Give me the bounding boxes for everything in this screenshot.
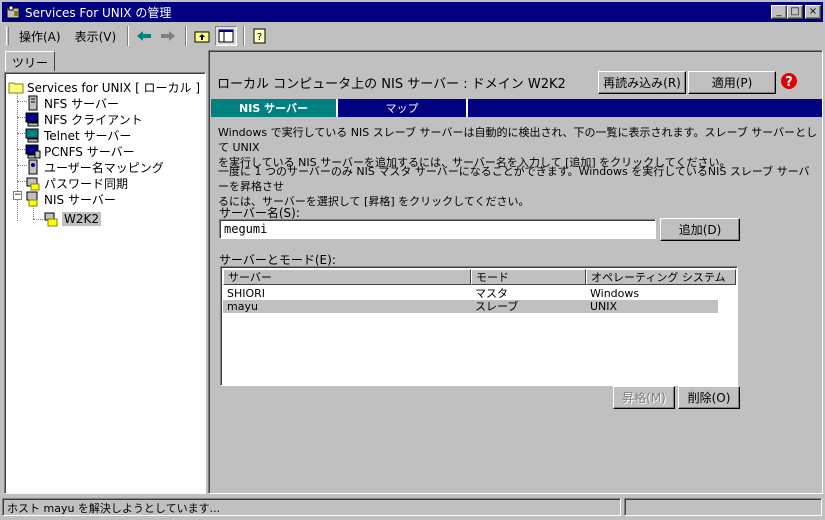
tree-item-label: ユーザー名マッピング — [44, 160, 164, 175]
table-row[interactable]: mayu スレーブ UNIX — [223, 300, 718, 313]
status-bar: ホスト mayu を解決しようとしています... — [2, 497, 823, 517]
up-level-button[interactable] — [191, 26, 213, 46]
cell-mode: スレーブ — [475, 300, 519, 313]
nis-domain-icon — [44, 212, 58, 227]
apply-button[interactable]: 適用(P) — [688, 71, 776, 94]
toolbar-separator — [243, 26, 246, 46]
add-button[interactable]: 追加(D) — [660, 218, 740, 241]
help-icon[interactable]: ? — [780, 72, 798, 90]
help-document-icon: ? — [253, 28, 266, 44]
description-line: Windows で実行している NIS スレーブ サーバーは自動的に検出され、下… — [218, 126, 818, 154]
reload-button[interactable]: 再読み込み(R) — [598, 71, 686, 94]
nis-server-icon — [26, 191, 38, 207]
back-button[interactable] — [133, 26, 155, 46]
delete-button[interactable]: 削除(O) — [678, 386, 740, 409]
menu-view[interactable]: 表示(V) — [68, 26, 124, 47]
pcnfs-server-icon — [25, 144, 41, 159]
status-panel — [624, 498, 822, 516]
server-name-input[interactable]: megumi — [219, 219, 656, 239]
tree-pane-icon — [218, 29, 234, 43]
tree-item-nis-server[interactable]: NIS サーバー — [25, 191, 116, 207]
cell-server: SHIORI — [227, 287, 266, 300]
status-text: ホスト mayu を解決しようとしています... — [2, 498, 621, 516]
cell-mode: マスタ — [475, 287, 508, 300]
tree-line — [33, 219, 43, 220]
app-icon — [6, 5, 20, 19]
minimize-button[interactable]: _ — [771, 5, 787, 19]
server-list[interactable]: サーバー モード オペレーティング システム SHIORI マスタ Window… — [220, 266, 738, 386]
user-mapping-icon — [28, 159, 38, 175]
show-tree-button[interactable] — [215, 26, 238, 46]
toolbar: 操作(A) 表示(V) ? — [2, 24, 823, 48]
tree-item-telnet-server[interactable]: Telnet サーバー — [25, 127, 131, 143]
forward-button[interactable] — [157, 26, 179, 46]
tree-pane: ツリー Services for UNIX [ ローカル ] NFS サーバー … — [2, 50, 206, 494]
tab-nis-server[interactable]: NIS サーバー — [211, 99, 338, 117]
tree-item-nfs-server[interactable]: NFS サーバー — [25, 95, 119, 111]
tree-item-label: パスワード同期 — [44, 176, 129, 191]
title-bar: Services For UNIX の管理 _ □ × — [2, 2, 823, 22]
tree-item-label: NFS サーバー — [44, 96, 119, 111]
nis-expander[interactable]: − — [13, 191, 22, 200]
menu-action[interactable]: 操作(A) — [12, 26, 68, 47]
telnet-server-icon — [25, 128, 39, 143]
cell-os: Windows — [590, 287, 640, 300]
tab-strip: NIS サーバー マップ — [211, 99, 822, 117]
tree-item-label: PCNFS サーバー — [44, 144, 135, 159]
description-text-2: 一度に 1 つのサーバーのみ NIS マスタ サーバーになることができます。Wi… — [218, 164, 818, 209]
details-pane: ローカル コンピュータ上の NIS サーバー : ドメイン W2K2 再読み込み… — [208, 50, 823, 494]
tree-item-user-mapping[interactable]: ユーザー名マッピング — [25, 159, 164, 175]
toolbar-separator — [185, 26, 188, 46]
tree-item-label: W2K2 — [62, 212, 102, 226]
tree-line — [33, 205, 34, 219]
tree-item-password-sync[interactable]: パスワード同期 — [25, 175, 128, 191]
page-title: ローカル コンピュータ上の NIS サーバー : ドメイン W2K2 — [217, 77, 566, 92]
promote-button[interactable]: 昇格(M) — [613, 386, 675, 409]
tree-line — [17, 91, 18, 221]
description-line: るには、サーバーを選択して [昇格] をクリックしてください。 — [218, 195, 530, 208]
description-line: 一度に 1 つのサーバーのみ NIS マスタ サーバーになることができます。Wi… — [218, 165, 810, 193]
tree-item-domain-w2k2[interactable]: W2K2 — [43, 211, 102, 227]
tree-item-pcnfs-server[interactable]: PCNFS サーバー — [25, 143, 135, 159]
tree-view[interactable]: Services for UNIX [ ローカル ] NFS サーバー NFS … — [4, 72, 206, 494]
svg-text:?: ? — [257, 32, 262, 43]
nfs-server-icon — [28, 95, 38, 111]
toolbar-separator — [127, 26, 130, 46]
column-header-server[interactable]: サーバー — [223, 269, 471, 285]
tree-root-label: Services for UNIX [ ローカル ] — [27, 80, 201, 95]
tree-item-nfs-client[interactable]: NFS クライアント — [25, 111, 143, 127]
column-header-os[interactable]: オペレーティング システム — [586, 269, 736, 285]
help-toolbar-button[interactable]: ? — [249, 26, 271, 46]
column-header-mode[interactable]: モード — [471, 269, 586, 285]
tab-maps[interactable]: マップ — [338, 99, 468, 117]
folder-icon — [8, 82, 24, 94]
back-arrow-icon — [137, 31, 152, 41]
window-title: Services For UNIX の管理 — [25, 5, 172, 20]
maximize-button[interactable]: □ — [787, 5, 803, 19]
cell-server: mayu — [227, 300, 258, 313]
table-row[interactable]: SHIORI マスタ Windows — [223, 287, 718, 300]
folder-up-icon — [194, 31, 210, 43]
tree-item-label: NIS サーバー — [44, 192, 116, 207]
close-button[interactable]: × — [805, 5, 821, 19]
toolbar-grip — [6, 27, 9, 45]
tab-tree[interactable]: ツリー — [5, 51, 56, 71]
svg-text:?: ? — [785, 75, 793, 90]
password-sync-icon — [26, 177, 40, 191]
nfs-client-icon — [25, 112, 39, 127]
cell-os: UNIX — [590, 300, 618, 313]
forward-arrow-icon — [161, 31, 176, 41]
tree-item-label: NFS クライアント — [44, 112, 143, 127]
tree-item-label: Telnet サーバー — [44, 128, 132, 143]
tree-root[interactable]: Services for UNIX [ ローカル ] — [8, 79, 200, 95]
